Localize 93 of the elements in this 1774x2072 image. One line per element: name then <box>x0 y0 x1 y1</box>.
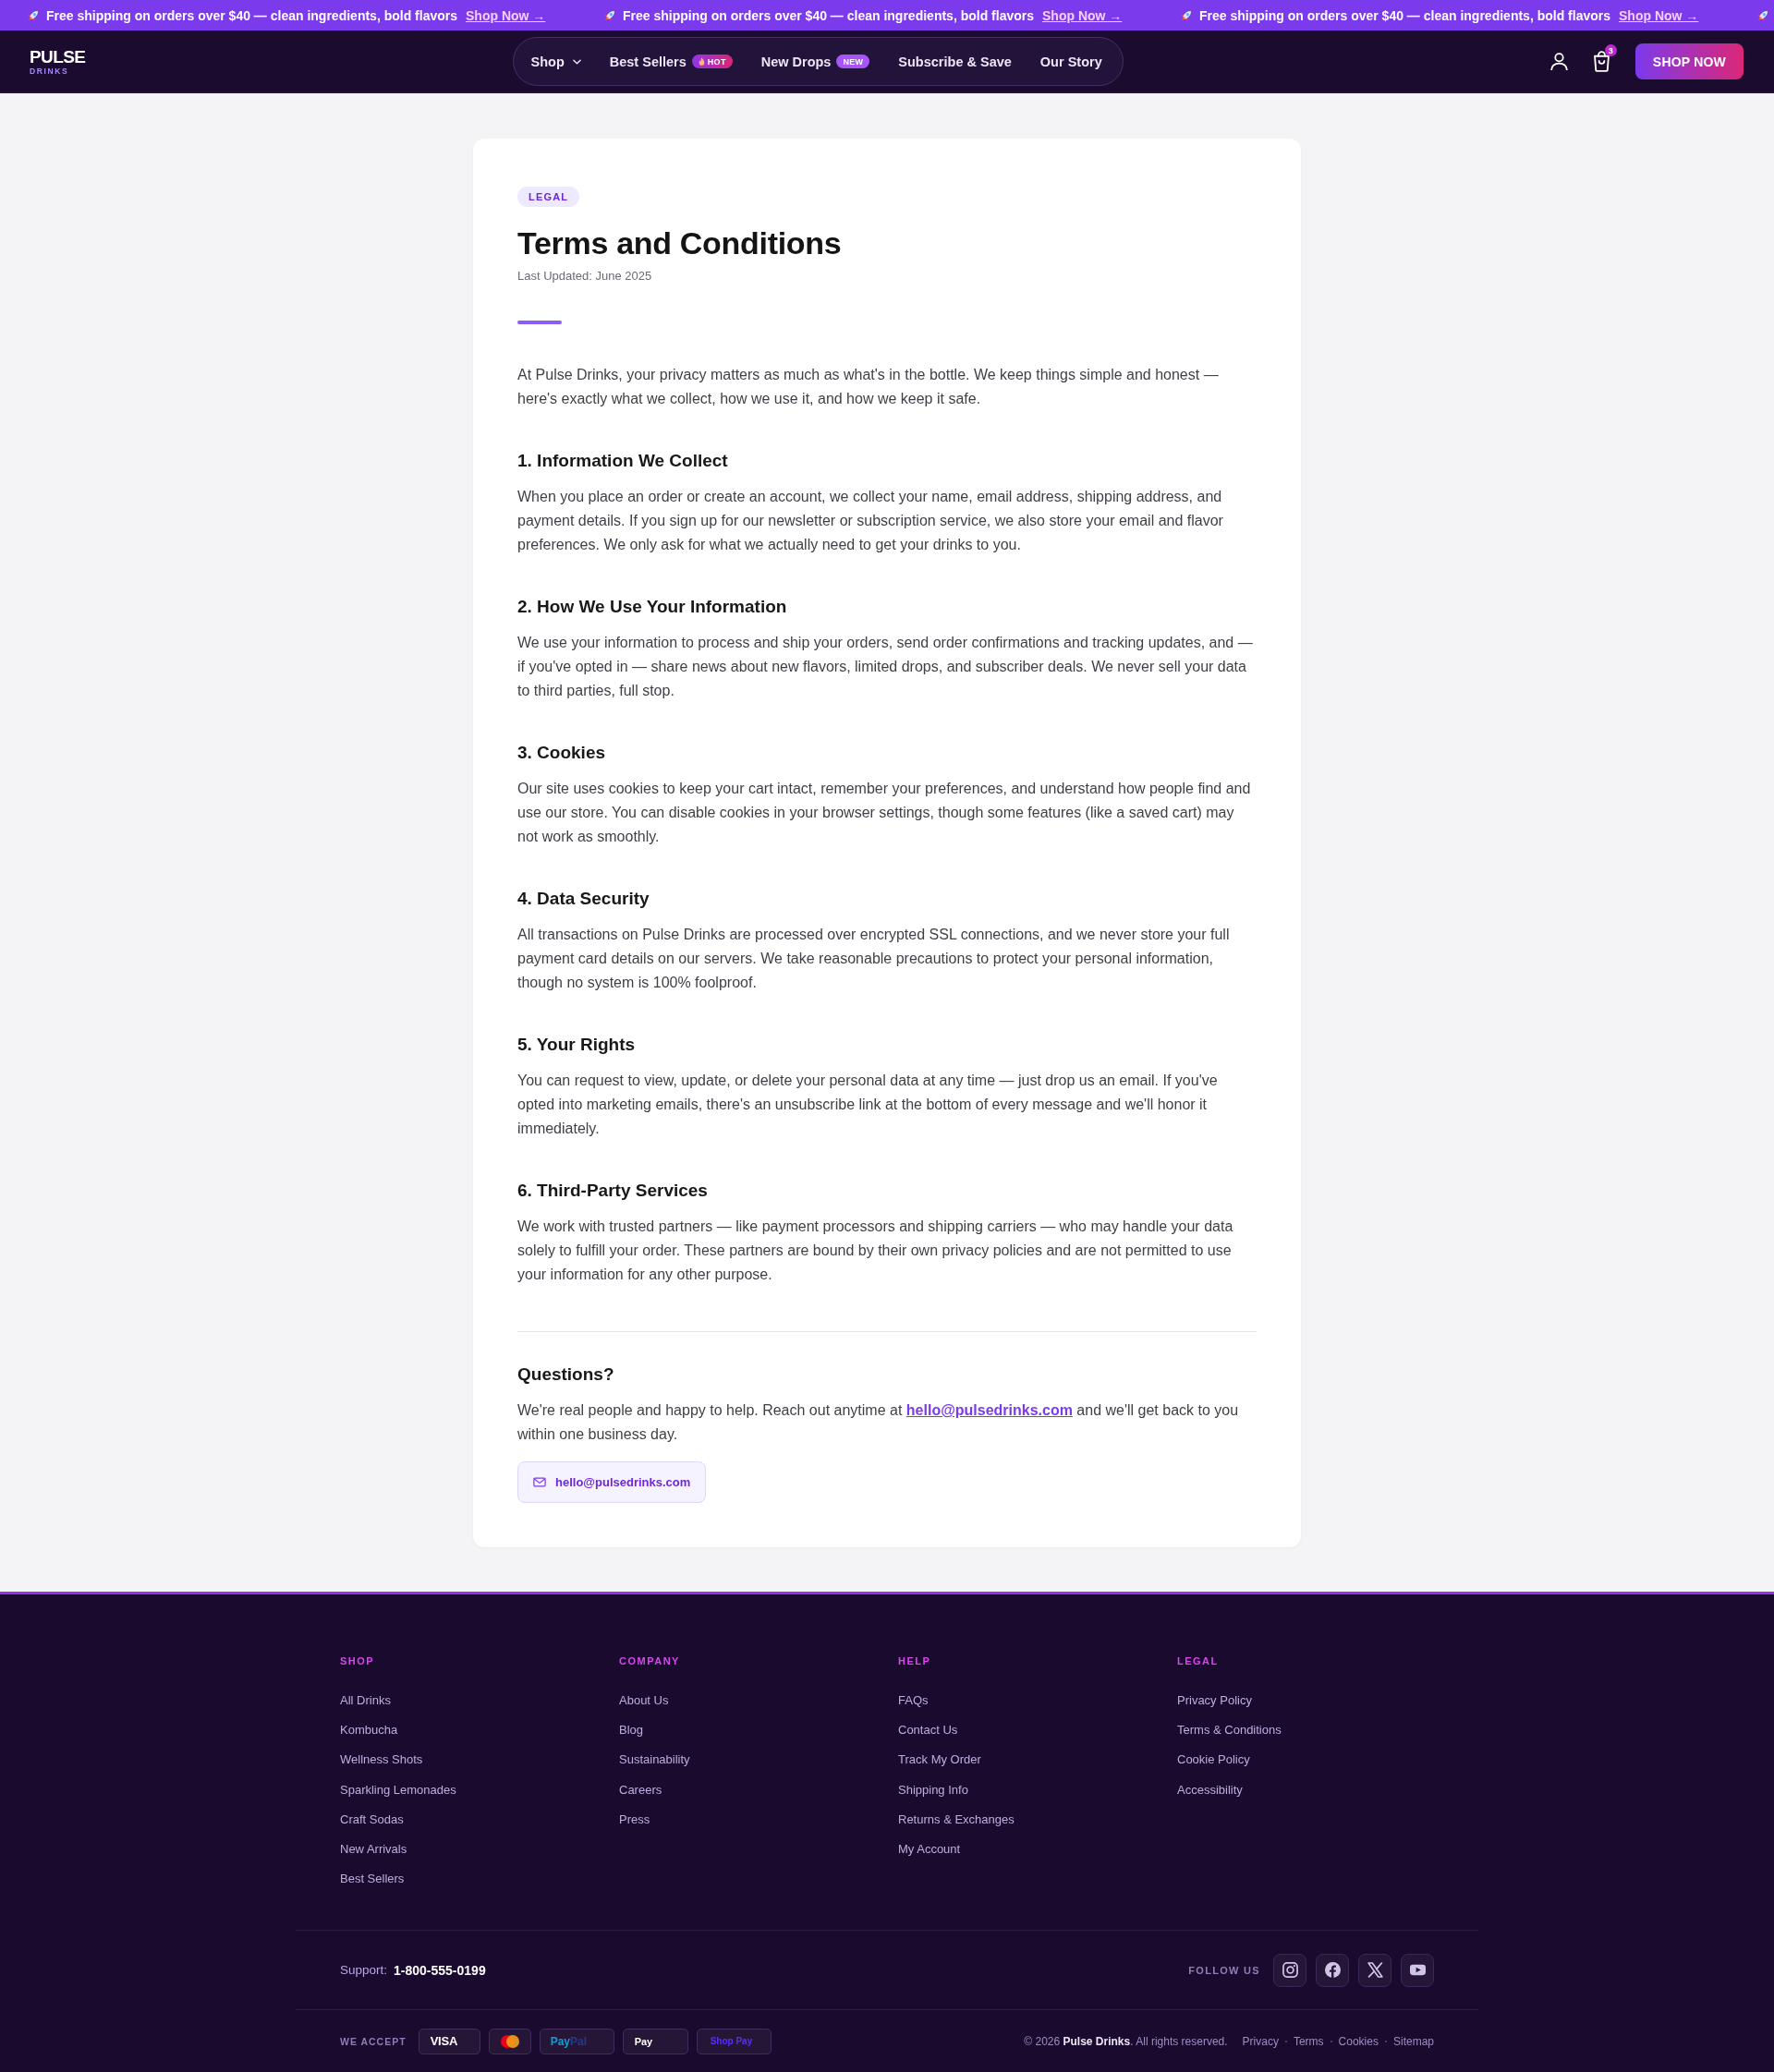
category-tag: LEGAL <box>517 187 580 207</box>
questions-heading: Questions? <box>517 1363 614 1386</box>
footer-link[interactable]: Terms & Conditions <box>1177 1721 1282 1740</box>
footer-link[interactable]: Privacy Policy <box>1177 1691 1252 1710</box>
footer-link[interactable]: Blog <box>619 1721 644 1740</box>
rocket-icon <box>27 8 40 22</box>
footer-link[interactable]: Contact Us <box>898 1721 958 1740</box>
section-heading: 3. Cookies <box>517 742 606 764</box>
nav-link[interactable]: New Drops <box>760 54 832 69</box>
footer-link[interactable]: Accessibility <box>1177 1780 1243 1799</box>
footer-link[interactable]: Careers <box>619 1780 662 1799</box>
shop-now-button[interactable]: SHOP NOW <box>1634 43 1744 79</box>
section-heading: 5. Your Rights <box>517 1034 636 1056</box>
we-accept-label: WE ACCEPT <box>340 2035 407 2047</box>
footer-link[interactable]: Returns & Exchanges <box>898 1810 1015 1829</box>
section-paragraph: All transactions on Pulse Drinks are processed over encrypted SSL connections, and we never store your full payment card details on our servers. We take reasonable precautions to protect your personal information, though no system is 100% foolproof. <box>517 926 1231 992</box>
rocket-icon <box>1756 8 1769 22</box>
section-paragraph: We work with trusted partners — like payment processors and shipping carriers — who may handle your data solely to fulfill your order. These partners are bound by their own privacy policies and are not permitted to use your information for any other purpose. <box>517 1218 1234 1284</box>
footer-link[interactable]: Best Sellers <box>340 1870 405 1889</box>
social-button[interactable] <box>1401 1953 1434 1987</box>
cart-count-badge: 3 <box>1604 44 1617 56</box>
flame-icon <box>698 57 705 66</box>
section-paragraph: Our site uses cookies to keep your cart intact, remember your preferences, and understand how people find and use our store. You can disable cookies in your browser settings, though some features (like a saved cart) may not work as smoothly. <box>517 780 1252 846</box>
last-updated-text: Last Updated: June 2025 <box>517 268 652 285</box>
promo-link[interactable]: Shop Now → <box>1619 7 1699 23</box>
footer-link[interactable]: Kombucha <box>340 1721 398 1740</box>
chevron-down-icon <box>572 58 581 65</box>
nav-link[interactable]: Shop <box>530 54 581 69</box>
questions-paragraph: We're real people and happy to help. Reach out anytime at hello@pulsedrinks.com and we'll get back to you within one business day. <box>517 1401 1240 1444</box>
logo-link[interactable]: PULSE DRINKS <box>30 47 86 76</box>
page-title: Terms and Conditions <box>517 224 842 261</box>
email-link[interactable]: hello@pulsedrinks.com <box>905 1402 1073 1418</box>
user-icon[interactable] <box>1549 52 1568 71</box>
section-heading: 6. Third-Party Services <box>517 1180 708 1202</box>
footer-heading: SHOP <box>340 1654 375 1667</box>
copyright-text: © 2026 Pulse Drinks. All rights reserved. <box>1024 2034 1228 2048</box>
rocket-icon <box>603 8 616 22</box>
mastercard-icon <box>500 2034 519 2048</box>
section-paragraph: We use your information to process and ship your orders, send order confirmations and tracking updates, and — if you've opted in — share news about new flavors, limited drops, and subscriber deals. We never sell your data to third parties, full stop. <box>517 634 1254 700</box>
x-logo-icon <box>1367 1962 1383 1979</box>
footer-heading: COMPANY <box>619 1654 680 1667</box>
shopping-bag-icon[interactable] <box>1592 51 1610 72</box>
nav-link[interactable]: Subscribe & Save <box>898 54 1012 69</box>
email-button[interactable]: hello@pulsedrinks.com <box>517 1461 707 1503</box>
section-heading: 2. How We Use Your Information <box>517 596 787 618</box>
payment-badge: VISA <box>418 2028 480 2054</box>
footer-link[interactable]: All Drinks <box>340 1691 391 1710</box>
facebook-icon <box>1324 1962 1341 1979</box>
payment-badge: PayPal <box>539 2028 614 2054</box>
footer-link[interactable]: Craft Sodas <box>340 1810 404 1829</box>
section-heading: 4. Data Security <box>517 888 650 910</box>
footer-heading: LEGAL <box>1177 1654 1219 1667</box>
footer-bottom-link[interactable]: Sitemap <box>1392 2034 1434 2048</box>
nav-link[interactable]: Our Story <box>1039 54 1102 69</box>
promo-text: Free shipping on orders over $40 — clean ingredients, bold flavors <box>46 7 457 23</box>
social-button[interactable] <box>1316 1953 1349 1987</box>
promo-link[interactable]: Shop Now → <box>466 7 546 23</box>
footer-link[interactable]: About Us <box>619 1691 669 1710</box>
payment-badge: Shop Pay <box>696 2028 772 2054</box>
footer-link[interactable]: Sustainability <box>619 1751 690 1770</box>
instagram-icon <box>1282 1962 1298 1979</box>
support-label: Support: <box>340 1963 388 1978</box>
intro-paragraph: At Pulse Drinks, your privacy matters as much as what's in the bottle. We keep things simple and honest — here's exactly what we collect, how we use it, and how we keep it safe. <box>517 366 1220 408</box>
footer-heading: HELP <box>898 1654 931 1667</box>
support-phone-link[interactable]: 1-800-555-0199 <box>394 1962 486 1978</box>
footer-link[interactable]: Press <box>619 1810 650 1829</box>
nav-badge: NEW <box>836 55 870 68</box>
footer-link[interactable]: My Account <box>898 1839 961 1859</box>
footer-bottom-link[interactable]: Terms <box>1293 2034 1324 2048</box>
section-paragraph: When you place an order or create an account, we collect your name, email address, shipping address, and payment details. If you sign up for our newsletter or subscription service, we also store your email and flavor preferences. We only ask for what we actually need to get your drinks to you. <box>517 488 1224 554</box>
section-heading: 1. Information We Collect <box>517 450 728 472</box>
footer-link[interactable]: Shipping Info <box>898 1780 968 1799</box>
accent-bar <box>517 321 562 324</box>
footer-link[interactable]: New Arrivals <box>340 1839 407 1859</box>
footer-link[interactable]: FAQs <box>898 1691 929 1710</box>
footer-link[interactable]: Track My Order <box>898 1751 981 1770</box>
footer-bottom-link[interactable]: Privacy <box>1242 2034 1279 2048</box>
rocket-icon <box>1180 8 1193 22</box>
footer-link[interactable]: Cookie Policy <box>1177 1751 1250 1770</box>
nav-link[interactable]: Best Sellers <box>609 54 687 69</box>
social-button[interactable] <box>1273 1953 1306 1987</box>
follow-us-label: FOLLOW US <box>1188 1964 1260 1976</box>
footer-link[interactable]: Sparkling Lemonades <box>340 1780 456 1799</box>
promo-text: Free shipping on orders over $40 — clean ingredients, bold flavors <box>1199 7 1610 23</box>
section-paragraph: You can request to view, update, or delete your personal data at any time — just drop us an email. If you've opted into marketing emails, there's an unsubscribe link at the bottom of every message and we'll honor it immediately. <box>517 1072 1219 1138</box>
promo-link[interactable]: Shop Now → <box>1042 7 1123 23</box>
payment-badge: Pay <box>622 2028 688 2054</box>
footer-bottom-link[interactable]: Cookies <box>1338 2034 1379 2048</box>
promo-text: Free shipping on orders over $40 — clean ingredients, bold flavors <box>623 7 1034 23</box>
mail-icon <box>533 1477 546 1487</box>
tag-label: HOT <box>707 56 726 67</box>
footer-link[interactable]: Wellness Shots <box>340 1751 423 1770</box>
social-button[interactable] <box>1358 1953 1391 1987</box>
